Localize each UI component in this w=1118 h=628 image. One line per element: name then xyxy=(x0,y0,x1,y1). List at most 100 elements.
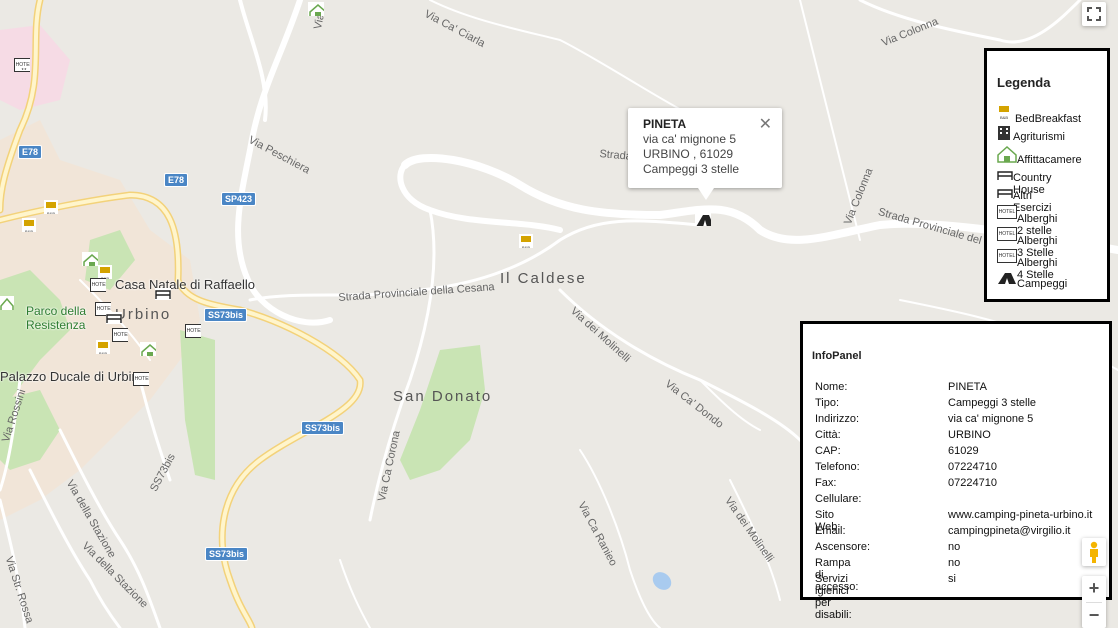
info-row-key: Servizi igienici per disabili: xyxy=(815,573,852,621)
svg-text:B&B: B&B xyxy=(522,245,530,248)
legend-label: Agriturismi xyxy=(1013,131,1065,143)
info-row-key: Città: xyxy=(815,429,841,441)
affittacamere-icon[interactable] xyxy=(308,2,324,16)
altri-esercizi-icon xyxy=(997,189,1013,198)
campeggi-icon[interactable] xyxy=(695,212,711,226)
svg-text:B&B: B&B xyxy=(47,211,55,214)
info-row-key: Fax: xyxy=(815,477,837,489)
svg-text:HOTEL: HOTEL xyxy=(92,282,106,288)
pegman-icon xyxy=(1090,541,1098,563)
bed-breakfast-icon: B&B xyxy=(997,105,1011,123)
pegman-button[interactable] xyxy=(1082,538,1106,566)
shield-ss73bis-1: SS73bis xyxy=(204,308,248,322)
info-row-value: no xyxy=(948,541,961,553)
info-row-value[interactable]: campingpineta@virgilio.it xyxy=(948,525,1070,537)
zoom-controls: + − xyxy=(1082,576,1106,628)
legend-label: Altri Esercizi xyxy=(1013,190,1052,214)
info-row-key: Cellulare: xyxy=(815,493,862,505)
svg-text:HOTEL: HOTEL xyxy=(187,328,201,334)
zoom-in-button[interactable]: + xyxy=(1082,576,1106,601)
bed-breakfast-icon[interactable]: B&B xyxy=(96,340,112,354)
bed-breakfast-icon[interactable]: B&B xyxy=(98,265,114,279)
legend-label: Campeggi xyxy=(1017,278,1068,290)
bed-breakfast-icon[interactable]: B&B xyxy=(519,234,535,248)
svg-text:B&B: B&B xyxy=(1000,115,1008,120)
svg-text:HOTEL: HOTEL xyxy=(135,376,149,382)
info-window-address: via ca' mignone 5 xyxy=(643,132,737,146)
zoom-out-button[interactable]: − xyxy=(1082,603,1106,628)
close-icon[interactable]: ✕ xyxy=(759,114,772,134)
svg-text:HOTEL: HOTEL xyxy=(999,253,1016,259)
legend-panel: Legenda B&B BedBreakfast Agriturismi Aff… xyxy=(984,48,1110,302)
campeggi-icon xyxy=(998,273,1016,284)
shield-ss73bis-2: SS73bis xyxy=(301,421,345,435)
place-label-san-donato: San Donato xyxy=(393,388,493,405)
hotel-icon[interactable]: HOTEL xyxy=(133,372,149,386)
hotel-icon[interactable]: HOTEL xyxy=(185,324,201,338)
info-row-key: Nome: xyxy=(815,381,848,393)
poi-label-casa-natale[interactable]: Casa Natale di Raffaello xyxy=(115,277,255,292)
hotel-icon[interactable]: HOTEL xyxy=(112,328,128,342)
shield-ss73bis-3: SS73bis xyxy=(205,547,249,561)
info-window: PINETA via ca' mignone 5 URBINO , 61029 … xyxy=(628,108,782,200)
svg-text:HOTEL: HOTEL xyxy=(999,231,1016,237)
poi-label-resistenza[interactable]: Resistenza xyxy=(26,318,85,332)
affittacamere-icon xyxy=(997,145,1017,163)
info-panel: InfoPanel Nome: PINETA Tipo: Campeggi 3 ste… xyxy=(800,321,1112,621)
info-row-key: Ascensore: xyxy=(815,541,871,553)
bed-breakfast-icon[interactable]: B&B xyxy=(22,218,38,232)
info-row-key: Email: xyxy=(815,525,846,537)
info-row-value[interactable]: www.camping-pineta-urbino.it xyxy=(948,509,1092,521)
poi-label-palazzo-ducale[interactable]: Palazzo Ducale di Urbino xyxy=(0,369,146,384)
legend-label: Affittacamere xyxy=(1017,154,1082,166)
hotel-icon[interactable]: HOTEL★★ xyxy=(14,58,30,72)
info-row-value: 07224710 xyxy=(948,461,997,473)
shield-sp423: SP423 xyxy=(221,192,257,206)
affittacamere-icon[interactable] xyxy=(0,296,16,310)
fullscreen-button[interactable] xyxy=(1082,2,1106,26)
hotel-icon[interactable]: HOTEL xyxy=(90,278,106,292)
shield-e78-2: E78 xyxy=(164,173,189,187)
fullscreen-icon xyxy=(1087,7,1101,21)
place-label-urbino: Urbino xyxy=(115,306,172,323)
info-row-value: URBINO xyxy=(948,429,991,441)
info-window-city: URBINO , 61029 xyxy=(643,147,734,161)
svg-text:HOTEL: HOTEL xyxy=(999,209,1016,215)
svg-text:B&B: B&B xyxy=(99,351,107,354)
country-house-icon[interactable] xyxy=(106,312,122,326)
shield-e78-1: E78 xyxy=(18,145,43,159)
info-row-key: CAP: xyxy=(815,445,841,457)
info-row-key: Indirizzo: xyxy=(815,413,860,425)
info-row-value: Campeggi 3 stelle xyxy=(948,397,1037,409)
info-row-value: 07224710 xyxy=(948,477,997,489)
info-row-value: via ca' mignone 5 xyxy=(948,413,1034,425)
agriturismi-icon xyxy=(998,126,1010,140)
info-row-value: PINETA xyxy=(948,381,987,393)
svg-text:HOTEL: HOTEL xyxy=(114,332,128,338)
info-row-key: Tipo: xyxy=(815,397,840,409)
legend-label: Alberghi 2 stelle xyxy=(1017,213,1058,237)
hotel-4-icon: HOTEL xyxy=(997,249,1017,263)
place-label-il-caldese: Il Caldese xyxy=(500,270,587,287)
bed-breakfast-icon[interactable]: B&B xyxy=(44,200,60,214)
info-panel-title: InfoPanel xyxy=(812,350,862,362)
svg-text:★★: ★★ xyxy=(21,67,27,71)
legend-label: Alberghi 3 Stelle xyxy=(1017,235,1058,259)
legend-label: BedBreakfast xyxy=(1015,113,1082,125)
hotel-2-icon: HOTEL xyxy=(997,205,1017,219)
affittacamere-icon[interactable] xyxy=(140,342,156,356)
poi-label-parco-della[interactable]: Parco della xyxy=(26,304,86,318)
country-house-icon[interactable] xyxy=(155,288,171,302)
info-window-type: Campeggi 3 stelle xyxy=(643,162,740,176)
affittacamere-icon[interactable] xyxy=(82,252,98,266)
country-house-icon xyxy=(997,171,1013,180)
info-row-value: 61029 xyxy=(948,445,979,457)
info-row-value: si xyxy=(948,573,956,585)
info-window-title: PINETA xyxy=(643,117,687,131)
legend-title: Legenda xyxy=(997,75,1051,90)
info-row-key: Telefono: xyxy=(815,461,860,473)
info-window-tail xyxy=(698,188,714,200)
info-row-value: no xyxy=(948,557,961,569)
svg-text:B&B: B&B xyxy=(25,229,33,232)
hotel-3-icon: HOTEL xyxy=(997,227,1017,241)
